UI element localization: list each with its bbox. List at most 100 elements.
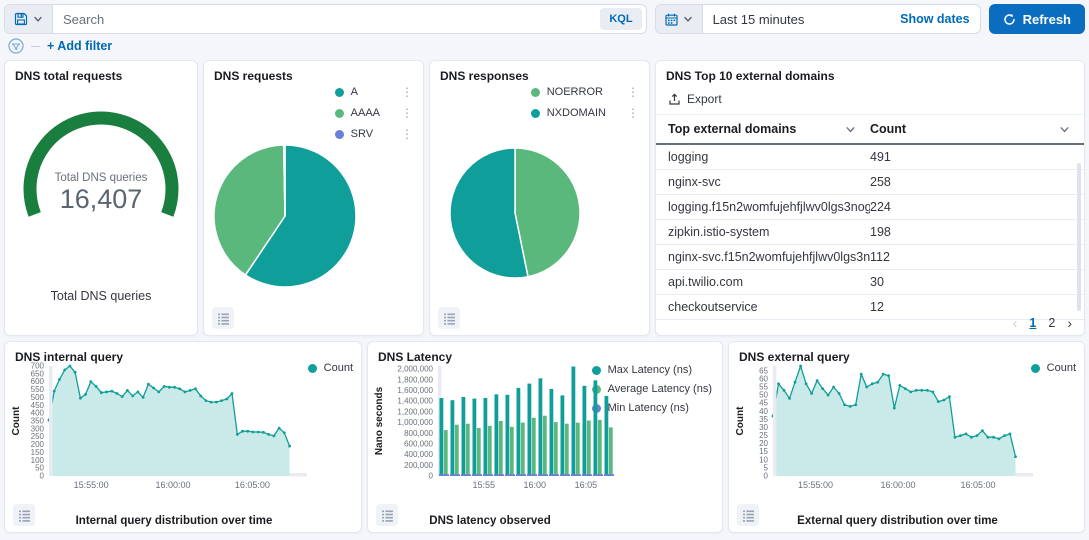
svg-text:200: 200 [31,440,45,449]
legend-label: NXDOMAIN [547,107,606,119]
legend-toggle-button[interactable] [737,504,759,526]
svg-text:400,000: 400,000 [404,450,433,459]
legend-label: AAAA [351,107,380,119]
svg-text:16:00: 16:00 [524,480,547,490]
legend-toggle-button[interactable] [376,504,398,526]
table-row[interactable]: zipkin.istio-system 198 [656,220,1084,245]
panel-title: DNS Top 10 external domains [656,61,1084,83]
legend-toggle-button[interactable] [438,307,460,329]
refresh-label: Refresh [1023,12,1071,27]
pie-chart-dns-responses [448,146,582,285]
domain-cell: nginx-svc [668,175,870,189]
legend-item-menu-icon[interactable]: ⋮ [613,85,639,99]
table-scrollbar[interactable] [1077,163,1081,311]
calendar-button[interactable] [656,5,703,33]
table-row[interactable]: nginx-svc 258 [656,170,1084,195]
filter-divider [31,46,40,47]
legend-item[interactable]: SRV ⋮ [335,127,413,141]
save-query-button[interactable] [5,5,53,33]
svg-text:45: 45 [759,399,768,408]
legend-toggle-button[interactable] [212,307,234,329]
svg-text:2,000,000: 2,000,000 [397,365,433,374]
add-filter-link[interactable]: + Add filter [47,39,112,53]
legend: NOERROR ⋮ NXDOMAIN ⋮ [531,85,639,120]
svg-text:1,600,000: 1,600,000 [397,386,433,395]
legend-toggle-button[interactable] [13,504,35,526]
area-chart-internal: 0501001502002503003504004505005506006507… [7,358,357,492]
svg-text:Total DNS queries: Total DNS queries [55,172,148,184]
x-axis-title: External query distribution over time [729,515,1066,527]
chevron-down-icon [1059,124,1070,135]
svg-text:600,000: 600,000 [404,439,433,448]
count-cell: 112 [870,250,1072,264]
filter-icon[interactable] [8,38,24,54]
calendar-icon [665,13,678,26]
svg-text:10: 10 [759,455,768,464]
domain-cell: api.twilio.com [668,275,870,289]
table-row[interactable]: nginx-svc.f15n2womfujehfjlwv0lgs3no... 1… [656,245,1084,270]
export-icon [668,93,681,106]
svg-text:Nano seconds: Nano seconds [374,386,385,455]
legend: A ⋮ AAAA ⋮ SRV ⋮ [335,85,413,141]
next-page-icon[interactable]: › [1067,316,1072,330]
x-axis-title: Internal query distribution over time [5,515,343,527]
svg-text:65: 65 [759,366,768,375]
svg-text:700: 700 [31,362,45,371]
table-row[interactable]: logging.f15n2womfujehfjlwv0lgs3nog.... 2… [656,195,1084,220]
legend-item-menu-icon[interactable]: ⋮ [613,106,639,120]
panel-dns-external-query: DNS external query Count 051015202530354… [728,341,1085,533]
legend-item[interactable]: AAAA ⋮ [335,106,413,120]
panel-title: DNS responses [430,61,649,83]
legend-label: NOERROR [547,86,603,98]
legend-item[interactable]: NOERROR ⋮ [531,85,639,99]
legend-label: Average Latency (ns) [608,383,712,395]
svg-text:650: 650 [31,369,45,378]
filter-bar: + Add filter [0,34,1089,58]
svg-text:1,000,000: 1,000,000 [397,418,433,427]
svg-text:16,407: 16,407 [60,184,143,214]
legend-item-menu-icon[interactable]: ⋮ [387,85,413,99]
search-bar: KQL [4,4,647,34]
column-header-count[interactable]: Count [870,122,1072,136]
panel-title: DNS requests [204,61,423,83]
legend-label: A [351,86,358,98]
date-picker: Last 15 minutes Show dates [655,4,981,34]
svg-text:550: 550 [31,385,45,394]
legend-item[interactable]: A ⋮ [335,85,413,99]
column-header-domains[interactable]: Top external domains [668,122,870,136]
area-chart-external: 0510152025303540455055606515:55:0016:00:… [731,358,1083,492]
svg-text:16:05: 16:05 [575,480,598,490]
domain-cell: logging.f15n2womfujehfjlwv0lgs3nog.... [668,200,870,214]
svg-text:30: 30 [759,423,768,432]
page-numbers: 12 [1029,316,1055,330]
refresh-icon [1003,13,1016,26]
count-cell: 258 [870,175,1072,189]
kql-badge[interactable]: KQL [600,8,641,30]
show-dates-link[interactable]: Show dates [900,12,979,26]
domain-cell: checkoutservice [668,300,870,314]
panel-dns-total-requests: DNS total requests Total DNS queries 16,… [4,60,198,336]
legend-item[interactable]: NXDOMAIN ⋮ [531,106,639,120]
table-row[interactable]: logging 491 [656,145,1084,170]
legend-item-menu-icon[interactable]: ⋮ [387,127,413,141]
svg-text:Count: Count [735,406,746,436]
svg-text:0: 0 [40,472,45,481]
domain-cell: zipkin.istio-system [668,225,870,239]
page-number[interactable]: 1 [1029,316,1036,330]
panel-title: DNS total requests [5,61,132,83]
refresh-button[interactable]: Refresh [989,4,1085,34]
list-icon [217,312,230,325]
svg-text:800,000: 800,000 [404,429,433,438]
table-row[interactable]: api.twilio.com 30 [656,270,1084,295]
bar-chart-latency: 0200,000400,000600,000800,0001,000,0001,… [370,358,622,492]
panel-dns-responses: DNS responses NOERROR ⋮ NXDOMAIN ⋮ [429,60,650,336]
export-label: Export [687,92,722,106]
panel-dns-internal-query: DNS internal query Count 050100150200250… [4,341,362,533]
previous-page-icon[interactable]: ‹ [1013,316,1018,330]
search-input[interactable] [53,12,600,27]
export-button[interactable]: Export [656,83,1084,115]
legend-item-menu-icon[interactable]: ⋮ [387,106,413,120]
time-range-label[interactable]: Last 15 minutes [703,12,901,27]
page-number[interactable]: 2 [1048,316,1055,330]
svg-text:55: 55 [759,383,768,392]
